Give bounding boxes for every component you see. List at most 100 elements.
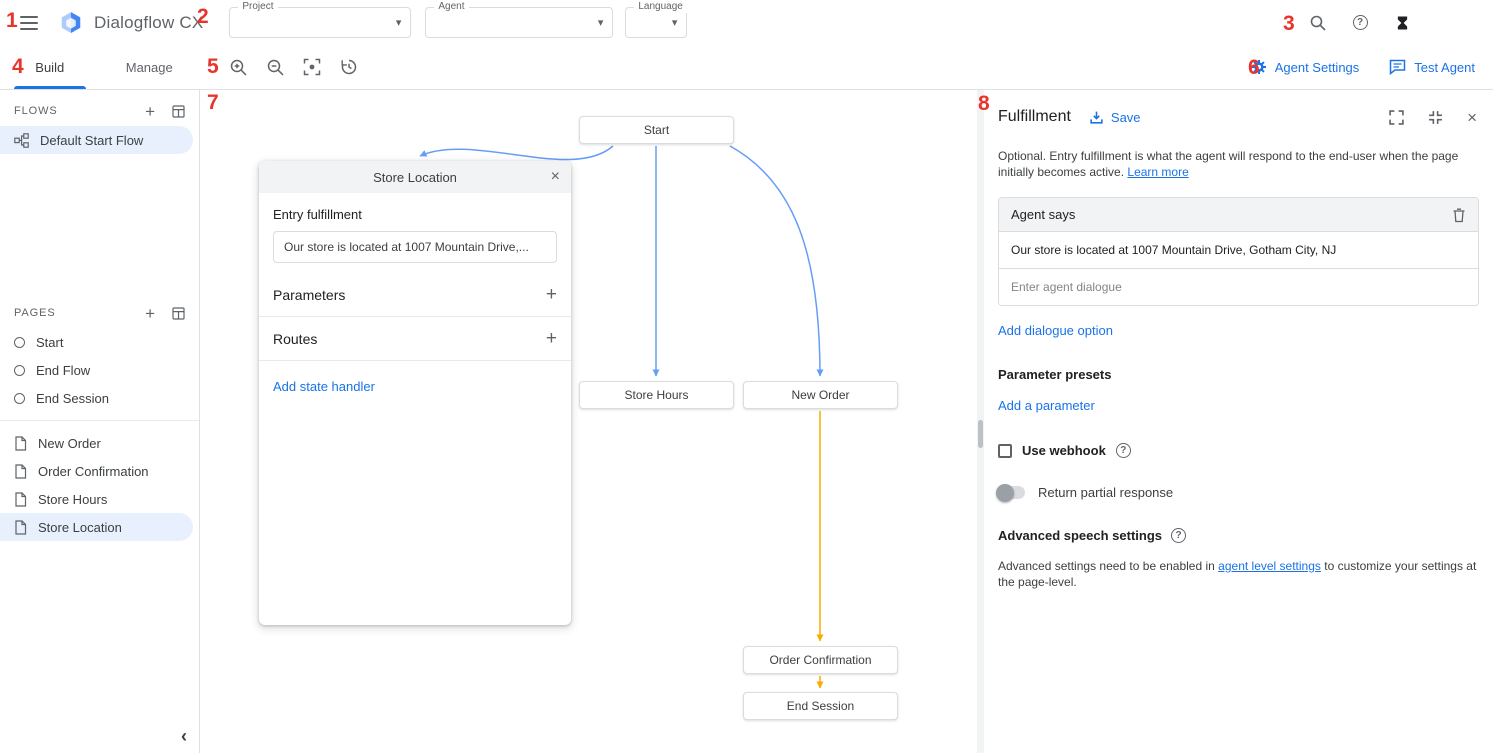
help-icon[interactable]: ? — [1349, 12, 1371, 34]
agent-dialogue-input-row — [999, 269, 1478, 305]
chevron-down-icon: ▾ — [598, 16, 604, 29]
panel-description: Optional. Entry fulfillment is what the … — [998, 148, 1479, 180]
fulfillment-panel: Fulfillment Save × Optional. Entr — [984, 90, 1493, 753]
flows-list-view-icon[interactable] — [172, 105, 185, 118]
circle-icon — [14, 393, 25, 404]
hamburger-menu-icon[interactable] — [20, 16, 38, 30]
routes-row[interactable]: Routes + — [259, 317, 571, 361]
parameters-label: Parameters — [273, 287, 345, 303]
node-start[interactable]: Start — [579, 116, 734, 144]
node-new-order[interactable]: New Order — [743, 381, 898, 409]
node-end-session[interactable]: End Session — [743, 692, 898, 720]
sidebar-item-label: Store Location — [38, 520, 122, 535]
tab-manage[interactable]: Manage — [100, 45, 200, 89]
flows-section-title: FLOWS — [14, 105, 58, 117]
add-dialogue-option-link[interactable]: Add dialogue option — [998, 323, 1113, 338]
use-webhook-checkbox[interactable] — [998, 444, 1012, 458]
sidebar-item-end-session[interactable]: End Session — [0, 384, 193, 412]
save-button[interactable]: Save — [1089, 110, 1141, 125]
sidebar-item-store-hours[interactable]: Store Hours — [0, 485, 193, 513]
zoom-out-icon[interactable] — [264, 56, 286, 78]
language-select-label: Language — [634, 1, 687, 13]
sidebar-item-store-location[interactable]: Store Location — [0, 513, 193, 541]
parameters-row[interactable]: Parameters + — [259, 273, 571, 317]
agent-says-header: Agent says — [999, 198, 1478, 232]
agent-level-settings-link[interactable]: agent level settings — [1218, 559, 1321, 573]
return-partial-response-toggle[interactable] — [998, 486, 1025, 499]
page-icon — [14, 436, 27, 451]
add-parameter-icon[interactable]: + — [546, 285, 557, 304]
canvas-scrollbar[interactable] — [977, 90, 984, 753]
page-icon — [14, 492, 27, 507]
sidebar-spacer — [0, 154, 199, 292]
advanced-settings-note: Advanced settings need to be enabled in … — [998, 558, 1479, 590]
help-icon[interactable]: ? — [1171, 528, 1186, 543]
scrollbar-thumb[interactable] — [978, 420, 983, 448]
add-state-handler-link[interactable]: Add state handler — [273, 379, 375, 394]
exit-fullscreen-icon[interactable] — [1428, 110, 1443, 125]
help-icon[interactable]: ? — [1116, 443, 1131, 458]
panel-header: Fulfillment Save × — [998, 102, 1477, 132]
node-store-hours[interactable]: Store Hours — [579, 381, 734, 409]
annotation-3: 3 — [1283, 13, 1295, 34]
toolbar: Build Manage — [0, 45, 1493, 90]
sidebar-tabs: Build Manage — [0, 45, 199, 89]
sidebar-item-label: Start — [36, 335, 63, 350]
circle-icon — [14, 337, 25, 348]
flow-canvas[interactable]: Start Store Hours New Order Order Confir… — [200, 90, 977, 753]
store-location-card-header: Store Location × — [259, 161, 571, 193]
sidebar-item-order-confirmation[interactable]: Order Confirmation — [0, 457, 193, 485]
entry-fulfillment-preview[interactable]: Our store is located at 1007 Mountain Dr… — [273, 231, 557, 263]
agent-dialogue-input[interactable] — [999, 269, 1478, 305]
edge-start-to-new-order — [730, 146, 820, 376]
page-icon — [14, 464, 27, 479]
circle-icon — [14, 365, 25, 376]
entry-fulfillment-label: Entry fulfillment — [273, 207, 557, 222]
sidebar-item-default-start-flow[interactable]: Default Start Flow — [0, 126, 193, 154]
annotation-8: 8 — [978, 93, 990, 114]
store-location-card: Store Location × Entry fulfillment Our s… — [259, 161, 571, 625]
chevron-down-icon: ▾ — [396, 16, 402, 29]
close-icon[interactable]: × — [551, 167, 560, 186]
sidebar-item-label: Default Start Flow — [40, 133, 143, 148]
header-icons: ? — [1307, 12, 1471, 34]
edge-start-to-store-location — [420, 146, 613, 160]
pages-section-header: PAGES + — [0, 298, 199, 328]
sidebar-item-start[interactable]: Start — [0, 328, 193, 356]
close-icon[interactable]: × — [1467, 109, 1477, 126]
trash-icon[interactable] — [1452, 207, 1466, 223]
center-focus-icon[interactable] — [301, 56, 323, 78]
reset-view-icon[interactable] — [338, 56, 360, 78]
panel-title: Fulfillment — [998, 108, 1071, 126]
zoom-in-icon[interactable] — [227, 56, 249, 78]
advanced-speech-settings-row: Advanced speech settings ? — [998, 528, 1479, 543]
collapse-sidebar-icon[interactable]: ‹ — [181, 727, 187, 745]
fullscreen-icon[interactable] — [1389, 110, 1404, 125]
annotation-5: 5 — [207, 56, 219, 77]
project-select[interactable]: Project ▾ — [229, 7, 411, 38]
agent-select[interactable]: Agent ▾ — [425, 7, 613, 38]
add-flow-icon[interactable]: + — [145, 103, 155, 120]
node-order-confirmation[interactable]: Order Confirmation — [743, 646, 898, 674]
learn-more-link[interactable]: Learn more — [1127, 165, 1188, 179]
pages-list-view-icon[interactable] — [172, 307, 185, 320]
test-agent-button[interactable]: Test Agent — [1389, 59, 1475, 75]
agent-settings-button[interactable]: Agent Settings — [1251, 59, 1360, 75]
add-a-parameter-link[interactable]: Add a parameter — [998, 398, 1095, 413]
agent-says-title: Agent says — [1011, 207, 1075, 222]
annotation-7: 7 — [207, 92, 219, 113]
apps-grid-icon[interactable] — [1449, 12, 1471, 34]
chat-icon — [1389, 59, 1406, 75]
add-page-icon[interactable]: + — [145, 305, 155, 322]
add-route-icon[interactable]: + — [546, 329, 557, 348]
canvas-zoom-controls — [227, 56, 360, 78]
search-icon[interactable] — [1307, 12, 1329, 34]
use-webhook-label: Use webhook — [1022, 443, 1106, 458]
sidebar-item-end-flow[interactable]: End Flow — [0, 356, 193, 384]
hourglass-icon[interactable] — [1391, 12, 1413, 34]
sidebar-item-label: Store Hours — [38, 492, 107, 507]
card-title: Store Location — [373, 170, 457, 185]
language-select[interactable]: Language ▾ — [625, 7, 687, 38]
sidebar-item-new-order[interactable]: New Order — [0, 429, 193, 457]
agent-dialogue-text[interactable]: Our store is located at 1007 Mountain Dr… — [999, 232, 1478, 269]
